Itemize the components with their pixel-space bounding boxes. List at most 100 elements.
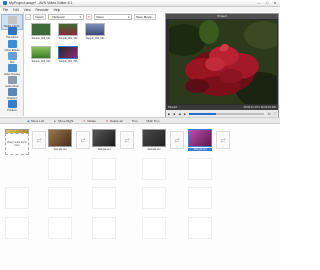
library-item[interactable]: Sample_002_003 — [85, 23, 105, 40]
delete-all-icon: ✕ — [105, 118, 109, 123]
video-effects-icon — [7, 40, 17, 48]
save-movie-button[interactable]: Save Movie... — [134, 14, 157, 20]
empty-slot — [142, 158, 166, 180]
trim-label: Trim — [131, 118, 138, 123]
sidebar-item-produce[interactable]: Produce — [1, 100, 23, 112]
folder-select[interactable]: ▪ Clipboard ▼ — [47, 14, 84, 20]
sidebar-item-chapters[interactable]: Chapters — [1, 88, 23, 100]
library-item-caption: Sample_002_005 — [58, 60, 78, 63]
produce-icon — [7, 100, 17, 108]
library-item-caption: Sample_002_001 — [31, 37, 51, 40]
multi-trim-button[interactable]: Multi Trim — [146, 119, 159, 123]
library-item-thumbnail — [85, 23, 105, 36]
window-titlebar: MyProject.avspr* - AVS Video Editor 6.1 … — [0, 0, 280, 7]
empty-slot — [5, 217, 29, 239]
transition-slot[interactable]: ⇄ — [32, 131, 46, 149]
filter-select-value: Video — [96, 15, 104, 19]
preview-title: Project — [166, 14, 278, 19]
playback-controls: ▶ ■ ◀ ▶ 1x ⛶ — [166, 110, 278, 117]
delete-all-button[interactable]: ✕ Delete all — [105, 119, 123, 123]
folder-select-value: Clipboard — [51, 15, 65, 19]
delete-item-button[interactable]: ✕ — [85, 14, 93, 20]
move-right-button[interactable]: ▶ Move Right — [53, 119, 73, 123]
next-icon[interactable]: ▶ — [184, 112, 186, 116]
minimize-button[interactable]: – — [256, 1, 262, 5]
sidebar-item-video-effects[interactable]: Video Effects — [1, 40, 23, 52]
delete-button[interactable]: ✕ Delete — [82, 119, 96, 123]
move-left-button[interactable]: ◀ Move Left — [26, 119, 44, 123]
folder-icon: ▪ — [49, 15, 51, 19]
playback-state: Paused — [168, 106, 177, 109]
delete-label: Delete — [87, 118, 97, 123]
preview-panel: Project Paused 00:00:11.375 / 00:00:33.3… — [165, 13, 279, 117]
menu-recorder[interactable]: Recorder — [36, 8, 49, 12]
chevron-down-icon: ▼ — [127, 15, 131, 19]
move-left-label: Move Left — [31, 118, 45, 123]
clip-thumbnail — [48, 129, 72, 147]
seek-bar[interactable] — [189, 112, 265, 115]
storyboard-clip-selected[interactable]: Sample.avi — [188, 129, 212, 151]
empty-slot — [5, 187, 29, 209]
empty-slot — [142, 187, 166, 209]
maximize-button[interactable]: □ — [264, 1, 270, 5]
filter-select[interactable]: Video ▼ — [94, 14, 133, 20]
sidebar-item-video-overlay[interactable]: Video Overlay — [1, 64, 23, 76]
clip-thumbnail — [142, 129, 166, 147]
chevron-down-icon: ▼ — [78, 15, 82, 19]
empty-slot — [92, 158, 116, 180]
sidebar-item-transitions[interactable]: Transitions — [1, 27, 23, 39]
trim-button[interactable]: Trim — [132, 119, 138, 123]
empty-slot — [188, 187, 212, 209]
clip-caption: Sample.avi — [188, 148, 212, 151]
sidebar-item-audio-mixer[interactable]: Audio Mixer — [1, 76, 23, 88]
library-item[interactable]: Sample_002_005 — [58, 46, 78, 63]
menu-view[interactable]: View — [24, 8, 31, 12]
empty-slot — [48, 187, 72, 209]
import-button[interactable]: Import — [33, 14, 46, 20]
video-frame[interactable] — [169, 20, 277, 104]
back-button[interactable]: ‹ — [25, 14, 31, 20]
library-item[interactable]: Sample_002_002 — [58, 23, 78, 40]
speed-value[interactable]: 1x — [267, 112, 270, 116]
audio-mixer-icon — [7, 76, 17, 84]
library-item-caption: Sample_002_004 — [31, 60, 51, 63]
window-title: MyProject.avspr* - AVS Video Editor 6.1 — [9, 1, 73, 5]
sidebar-item-text[interactable]: Text — [1, 52, 23, 64]
library-item-thumbnail — [31, 46, 51, 59]
fullscreen-icon[interactable]: ⛶ — [274, 112, 276, 116]
menu-edit[interactable]: Edit — [13, 8, 19, 12]
stop-icon[interactable]: ■ — [173, 112, 175, 116]
menu-file[interactable]: File — [3, 8, 8, 12]
library-item-thumbnail — [58, 46, 78, 59]
delete-all-label: Delete all — [110, 118, 123, 123]
play-icon[interactable]: ▶ — [168, 112, 170, 116]
storyboard-clip[interactable]: Sample.avi — [142, 129, 166, 151]
flower-image — [169, 20, 277, 104]
empty-slot — [188, 217, 212, 239]
close-button[interactable]: ✕ — [272, 1, 278, 5]
arrow-left-icon: ◀ — [26, 118, 30, 123]
transition-slot[interactable]: ⇄ — [120, 131, 134, 149]
timecode: 00:00:11.375 / 00:00:33.366 — [243, 106, 276, 109]
transition-slot[interactable]: ⇄ — [216, 131, 230, 149]
media-library-files: Sample_002_001 Sample_002_002 Sample_002… — [25, 22, 164, 115]
sidebar-item-label: Produce — [7, 109, 17, 112]
arrow-right-icon: ▶ — [54, 118, 57, 123]
transition-slot[interactable]: ⇄ — [170, 131, 184, 149]
save-movie-label: Save Movie... — [136, 15, 155, 19]
transition-slot[interactable]: ⇄ — [76, 131, 90, 149]
library-item[interactable]: Sample_002_004 — [31, 46, 51, 63]
menubar: File Edit View Recorder Help — [0, 7, 280, 12]
menu-help[interactable]: Help — [54, 8, 61, 12]
storyboard-clip[interactable]: Sample.avi — [48, 129, 72, 151]
library-item-caption: Sample_002_003 — [85, 37, 105, 40]
app-icon — [3, 1, 7, 5]
storyboard: Sample.avi ⇄ Sample.avi ⇄ Sample.avi ⇄ S… — [0, 125, 280, 270]
library-item[interactable]: Sample_002_001 — [31, 23, 51, 40]
storyboard-clip[interactable]: Sample.avi — [92, 129, 116, 151]
empty-slot — [92, 187, 116, 209]
drop-target[interactable]: Drag media items here — [5, 133, 29, 155]
text-icon — [7, 52, 17, 60]
previous-icon[interactable]: ◀ — [178, 112, 180, 116]
transitions-icon — [7, 27, 17, 35]
